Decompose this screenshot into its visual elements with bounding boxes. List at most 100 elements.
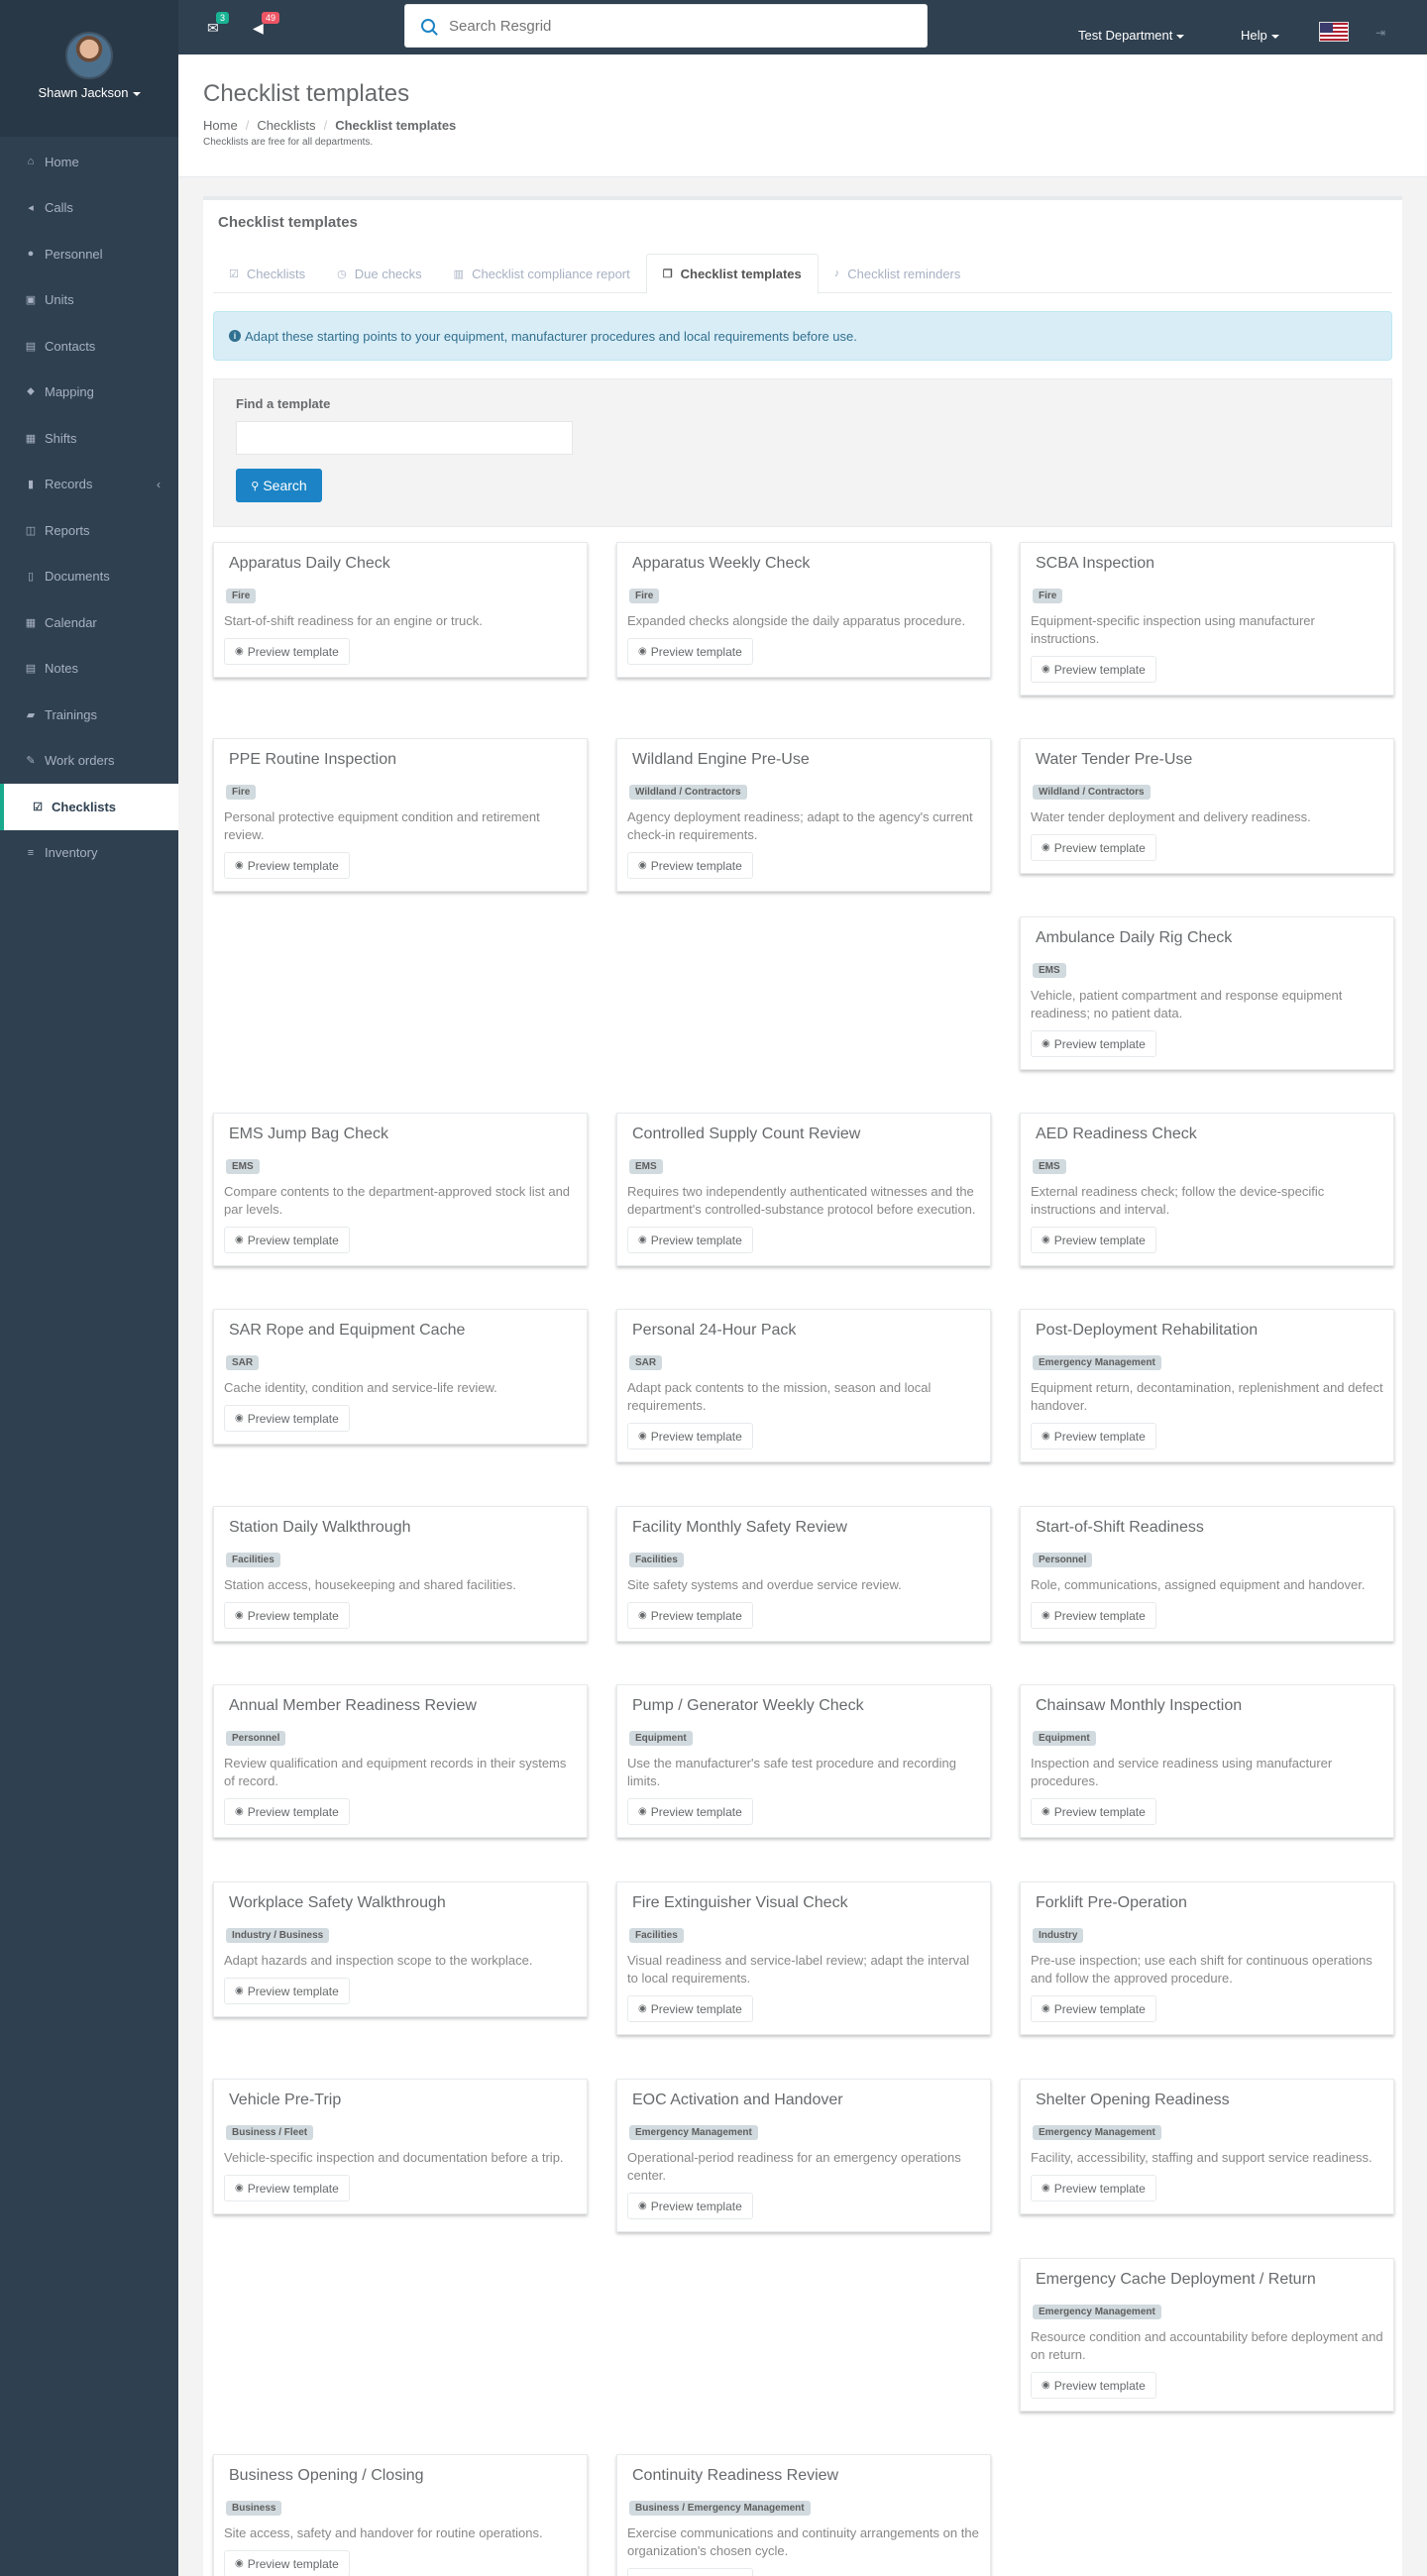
template-category-badge: Business: [226, 2501, 282, 2516]
tab-checklist-templates[interactable]: ❐ Checklist templates: [645, 254, 819, 294]
preview-template-button[interactable]: ◉Preview template: [627, 2568, 753, 2576]
search-button[interactable]: ⚲ Search: [236, 469, 322, 502]
preview-template-button[interactable]: ◉Preview template: [1031, 2372, 1156, 2399]
preview-template-button[interactable]: ◉Preview template: [1031, 1227, 1156, 1253]
preview-template-button[interactable]: ◉Preview template: [627, 1227, 753, 1253]
sidebar-item-trainings[interactable]: ▰ Trainings: [0, 692, 178, 738]
eye-icon: ◉: [638, 1610, 647, 1621]
template-description: Cache identity, condition and service-li…: [224, 1380, 497, 1395]
preview-template-label: Preview template: [1053, 1804, 1146, 1819]
sidebar-item-reports[interactable]: ◫ Reports: [0, 507, 178, 554]
department-menu[interactable]: Test Department: [1078, 28, 1185, 43]
preview-template-button[interactable]: ◉Preview template: [1031, 2175, 1156, 2201]
sidebar-item-units[interactable]: ▣ Units: [0, 277, 178, 324]
preview-template-button[interactable]: ◉Preview template: [627, 638, 753, 665]
template-title: SCBA Inspection: [1036, 555, 1155, 572]
preview-template-button[interactable]: ◉Preview template: [224, 1227, 350, 1253]
sidebar-item-checklists[interactable]: ☑ Checklists: [0, 784, 178, 830]
preview-template-button[interactable]: ◉Preview template: [1031, 1995, 1156, 2022]
sidebar-item-calendar[interactable]: ▦ Calendar: [0, 599, 178, 646]
template-title: PPE Routine Inspection: [229, 751, 396, 768]
breadcrumb-home[interactable]: Home: [203, 118, 238, 133]
envelope-icon[interactable]: ✉ 3: [207, 12, 230, 37]
notification-badge: 49: [262, 12, 280, 24]
template-title: Shelter Opening Readiness: [1036, 2092, 1230, 2108]
global-search[interactable]: [404, 4, 928, 48]
sidebar-item-label: Reports: [45, 522, 90, 538]
find-template-label: Find a template: [236, 396, 331, 411]
find-template-input[interactable]: [236, 421, 573, 455]
preview-template-button[interactable]: ◉Preview template: [627, 1798, 753, 1825]
tab-checklist-reminders[interactable]: ♪ Checklist reminders: [819, 254, 977, 293]
preview-template-label: Preview template: [247, 2556, 339, 2571]
sidebar-item-home[interactable]: ⌂ Home: [0, 139, 178, 185]
sidebar-item-personnel[interactable]: ● Personnel: [0, 231, 178, 277]
breadcrumb-checklists[interactable]: Checklists: [257, 118, 315, 133]
preview-template-button[interactable]: ◉Preview template: [224, 2175, 350, 2201]
sidebar-item-notes[interactable]: ▤ Notes: [0, 646, 178, 693]
tab-checklist-compliance-report[interactable]: ▥ Checklist compliance report: [438, 254, 646, 293]
profile-menu[interactable]: Shawn Jackson: [0, 85, 178, 100]
preview-template-button[interactable]: ◉Preview template: [224, 1602, 350, 1629]
preview-template-button[interactable]: ◉Preview template: [627, 1423, 753, 1449]
tab-checklists[interactable]: ☑ Checklists: [213, 254, 321, 293]
search-icon: ⚲: [251, 480, 260, 492]
sidebar-item-inventory[interactable]: ≡ Inventory: [0, 830, 178, 877]
avatar[interactable]: [65, 32, 113, 79]
template-description: Visual readiness and service-label revie…: [627, 1953, 970, 1986]
preview-template-button[interactable]: ◉Preview template: [627, 1602, 753, 1629]
preview-template-button[interactable]: ◉Preview template: [224, 852, 350, 879]
template-category-badge: SAR: [226, 1355, 260, 1370]
preview-template-button[interactable]: ◉Preview template: [627, 1995, 753, 2022]
preview-template-button[interactable]: ◉Preview template: [627, 852, 753, 879]
preview-template-label: Preview template: [247, 1804, 339, 1819]
eye-icon: ◉: [235, 1234, 244, 1245]
template-title: Chainsaw Monthly Inspection: [1036, 1697, 1243, 1714]
template-category-badge: EMS: [226, 1159, 260, 1174]
sidebar-item-records[interactable]: ▮ Records ‹: [0, 462, 178, 508]
template-category-badge: Equipment: [629, 1731, 693, 1746]
sidebar-item-contacts[interactable]: ▤ Contacts: [0, 323, 178, 370]
preview-template-button[interactable]: ◉Preview template: [1031, 656, 1156, 683]
preview-template-button[interactable]: ◉Preview template: [1031, 1798, 1156, 1825]
preview-template-button[interactable]: ◉Preview template: [1031, 1602, 1156, 1629]
template-title: SAR Rope and Equipment Cache: [229, 1322, 466, 1339]
template-card: EMS Jump Bag Check EMS Compare contents to…: [213, 1113, 588, 1266]
help-menu[interactable]: Help: [1241, 28, 1279, 43]
sidebar-item-mapping[interactable]: ⬥ Mapping: [0, 370, 178, 416]
template-card: AED Readiness Check EMS External readiness…: [1020, 1113, 1394, 1266]
page-title: Checklist templates: [203, 80, 410, 107]
global-search-input[interactable]: [449, 17, 905, 35]
preview-template-button[interactable]: ◉Preview template: [1031, 1423, 1156, 1449]
template-description: Compare contents to the department-appro…: [224, 1184, 571, 1217]
template-title: Forklift Pre-Operation: [1036, 1894, 1187, 1911]
preview-template-label: Preview template: [650, 1233, 742, 1247]
sidebar-item-work-orders[interactable]: ✎ Work orders: [0, 738, 178, 785]
template-description: Requires two independently authenticated…: [627, 1184, 976, 1217]
breadcrumb: Home / Checklists / Checklist templates: [203, 118, 1402, 133]
preview-template-button[interactable]: ◉Preview template: [224, 1798, 350, 1825]
preview-template-button[interactable]: ◉Preview template: [1031, 1030, 1156, 1057]
sidebar-item-label: Calendar: [45, 614, 97, 630]
bell-icon[interactable]: ◀ 49: [253, 12, 280, 37]
tab-due-checks[interactable]: ◷ Due checks: [321, 254, 438, 293]
preview-template-button[interactable]: ◉Preview template: [224, 638, 350, 665]
panel-title: Checklist templates: [218, 214, 358, 231]
preview-template-button[interactable]: ◉Preview template: [224, 1978, 350, 2004]
preview-template-button[interactable]: ◉Preview template: [627, 2193, 753, 2219]
sign-out-icon[interactable]: ⇥: [1375, 26, 1385, 40]
sidebar-item-calls[interactable]: ◂ Calls: [0, 185, 178, 232]
preview-template-label: Preview template: [1053, 2001, 1146, 2016]
preview-template-button[interactable]: ◉Preview template: [224, 1405, 350, 1432]
preview-template-button[interactable]: ◉Preview template: [224, 2550, 350, 2576]
template-category-badge: Emergency Management: [1033, 2305, 1161, 2319]
template-title: Fire Extinguisher Visual Check: [632, 1894, 848, 1911]
preview-template-label: Preview template: [1053, 2181, 1146, 2196]
sidebar-item-documents[interactable]: ▯ Documents: [0, 554, 178, 600]
template-category-badge: Fire: [1033, 589, 1063, 603]
us-flag-icon[interactable]: [1319, 22, 1349, 42]
sidebar-item-shifts[interactable]: ▦ Shifts: [0, 415, 178, 462]
preview-template-button[interactable]: ◉Preview template: [1031, 834, 1156, 861]
eye-icon: ◉: [1042, 2380, 1050, 2391]
breadcrumb-separator: /: [323, 118, 328, 133]
